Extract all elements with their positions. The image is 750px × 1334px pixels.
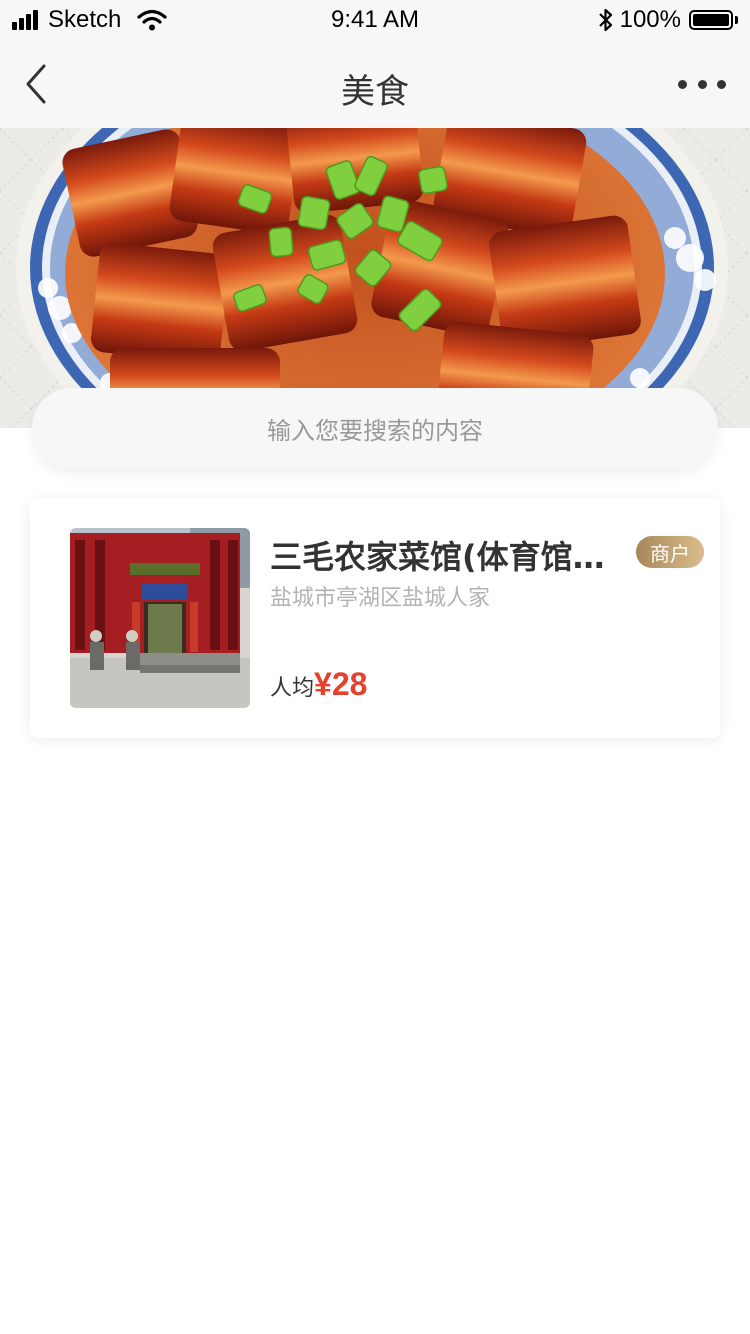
status-bar: Sketch 9:41 AM 100% (0, 0, 750, 40)
page-title: 美食 (341, 72, 409, 112)
bluetooth-icon (598, 8, 612, 32)
more-dot (697, 79, 707, 89)
search-input[interactable]: 输入您要搜索的内容 (32, 388, 718, 468)
battery-percent: 100% (619, 6, 681, 33)
restaurant-card[interactable]: 三毛农家菜馆(体育馆… 商户 盐城市亭湖区盐城人家 人均 ¥28 (30, 498, 720, 738)
battery-tip (735, 16, 738, 24)
price-label: 人均 (270, 676, 315, 701)
more-button[interactable] (678, 70, 726, 98)
chevron-left-icon (26, 64, 46, 104)
carrier-label: Sketch (48, 6, 122, 33)
search-placeholder: 输入您要搜索的内容 (267, 416, 483, 445)
signal-icon (12, 10, 40, 30)
status-left: Sketch (12, 6, 167, 34)
merchant-badge: 商户 (636, 536, 704, 568)
more-dot (717, 79, 726, 89)
nav-bar: 美食 (0, 40, 750, 128)
restaurant-image (70, 528, 250, 708)
back-button[interactable] (18, 62, 58, 106)
battery-icon (689, 10, 733, 30)
food-illustration (0, 128, 750, 428)
storefront-illustration (70, 528, 250, 708)
more-horizontal-icon (678, 79, 687, 89)
restaurant-name: 三毛农家菜馆(体育馆… (270, 538, 605, 576)
price-row: 人均 ¥28 (270, 666, 367, 703)
banner-image (0, 128, 750, 428)
price-value: ¥28 (314, 666, 368, 702)
wifi-icon (137, 9, 167, 31)
restaurant-address: 盐城市亭湖区盐城人家 (270, 586, 491, 611)
status-right: 100% (598, 6, 738, 34)
